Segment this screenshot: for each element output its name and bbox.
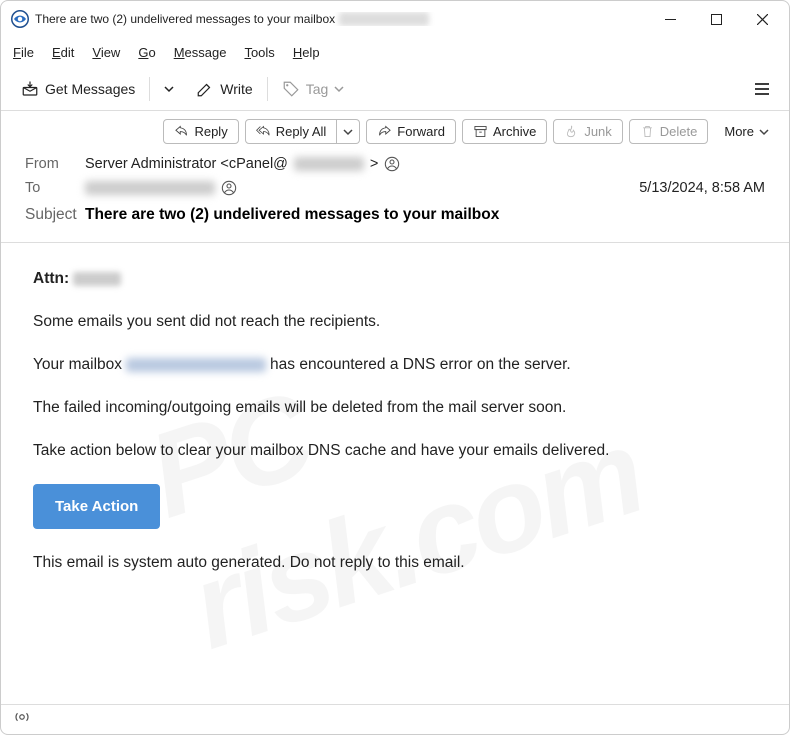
app-menu-button[interactable]	[745, 74, 779, 104]
menu-edit[interactable]: Edit	[52, 45, 74, 60]
body-line4: Take action below to clear your mailbox …	[33, 441, 757, 462]
to-value	[85, 180, 639, 196]
window-title: There are two (2) undelivered messages t…	[35, 12, 647, 27]
message-body: PCrisk.com Attn: Some emails you sent di…	[1, 243, 789, 704]
status-bar	[1, 704, 789, 734]
flame-icon	[564, 124, 579, 139]
get-messages-button[interactable]: Get Messages	[11, 75, 145, 103]
menu-bar: File Edit View Go Message Tools Help	[1, 37, 789, 67]
app-icon	[11, 10, 29, 28]
reply-all-icon	[256, 124, 271, 139]
minimize-button[interactable]	[647, 3, 693, 35]
trash-icon	[640, 124, 655, 139]
forward-icon	[377, 124, 392, 139]
from-label: From	[25, 156, 85, 172]
menu-go[interactable]: Go	[138, 45, 155, 60]
body-line1: Some emails you sent did not reach the r…	[33, 312, 757, 333]
menu-help[interactable]: Help	[293, 45, 320, 60]
pencil-icon	[196, 80, 214, 98]
menu-file[interactable]: File	[13, 45, 34, 60]
contact-icon[interactable]	[384, 156, 400, 172]
window-controls	[647, 3, 785, 35]
junk-button[interactable]: Junk	[553, 119, 622, 144]
to-label: To	[25, 180, 85, 196]
tag-icon	[282, 80, 300, 98]
close-button[interactable]	[739, 3, 785, 35]
chevron-down-icon	[164, 84, 174, 94]
menu-view[interactable]: View	[92, 45, 120, 60]
menu-tools[interactable]: Tools	[244, 45, 274, 60]
activity-icon[interactable]	[13, 708, 31, 731]
subject-value: There are two (2) undelivered messages t…	[85, 206, 634, 224]
take-action-button[interactable]: Take Action	[33, 484, 160, 529]
body-line5: This email is system auto generated. Do …	[33, 553, 757, 574]
body-line3: The failed incoming/outgoing emails will…	[33, 398, 757, 419]
hamburger-icon	[753, 80, 771, 98]
reply-all-button[interactable]: Reply All	[245, 119, 338, 144]
reply-icon	[174, 124, 189, 139]
message-action-bar: Reply Reply All Forward Archive Junk Del…	[1, 111, 789, 150]
reply-button[interactable]: Reply	[163, 119, 238, 144]
forward-button[interactable]: Forward	[366, 119, 456, 144]
reply-all-dropdown[interactable]	[337, 119, 360, 144]
write-button[interactable]: Write	[186, 75, 262, 103]
from-value: Server Administrator <cPanel@ >	[85, 156, 765, 172]
chevron-down-icon	[759, 127, 769, 137]
delete-button[interactable]: Delete	[629, 119, 709, 144]
chevron-down-icon	[334, 84, 344, 94]
more-button[interactable]: More	[714, 120, 779, 143]
menu-message[interactable]: Message	[174, 45, 227, 60]
body-attn: Attn:	[33, 269, 757, 290]
body-line2: Your mailboxhas encountered a DNS error …	[33, 355, 757, 376]
chevron-down-icon	[343, 127, 353, 137]
get-messages-dropdown[interactable]	[154, 79, 184, 99]
main-toolbar: Get Messages Write Tag	[1, 67, 789, 111]
message-date: 5/13/2024, 8:58 AM	[639, 180, 765, 196]
subject-label: Subject	[25, 206, 85, 224]
inbox-icon	[21, 80, 39, 98]
archive-button[interactable]: Archive	[462, 119, 547, 144]
contact-icon[interactable]	[221, 180, 237, 196]
title-bar: There are two (2) undelivered messages t…	[1, 1, 789, 37]
tag-button[interactable]: Tag	[272, 75, 355, 103]
maximize-button[interactable]	[693, 3, 739, 35]
archive-icon	[473, 124, 488, 139]
message-headers: From Server Administrator <cPanel@ > To …	[1, 150, 789, 243]
